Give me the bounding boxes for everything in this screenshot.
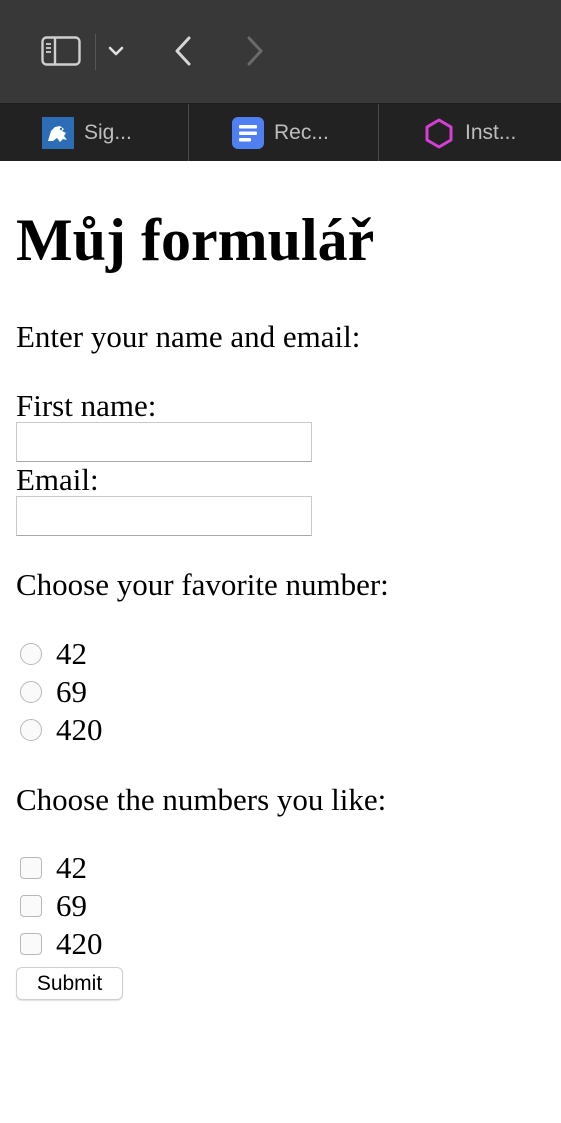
checkbox[interactable]: [20, 895, 42, 917]
like-option: 420: [16, 925, 103, 963]
intro-text: Enter your name and email:: [16, 319, 361, 354]
checkbox[interactable]: [20, 933, 42, 955]
radio-button[interactable]: [20, 719, 42, 741]
checkbox[interactable]: [20, 857, 42, 879]
submit-button[interactable]: Submit: [16, 967, 123, 1000]
back-arrow-icon[interactable]: [166, 32, 200, 70]
browser-toolbar: [0, 0, 561, 104]
page-title: Můj formulář: [16, 207, 375, 273]
forward-arrow-icon[interactable]: [238, 32, 272, 70]
first-name-field[interactable]: [16, 422, 312, 462]
university-lion-icon: [42, 116, 74, 149]
tab-sig[interactable]: Sig...: [0, 104, 189, 161]
favorite-option: 42: [16, 635, 87, 673]
radio-button[interactable]: [20, 681, 42, 703]
tab-bar: Sig... Rec... Inst...: [0, 104, 561, 161]
option-label: 420: [56, 926, 103, 961]
like-numbers-prompt: Choose the numbers you like:: [16, 782, 387, 817]
radio-button[interactable]: [20, 643, 42, 665]
email-field[interactable]: [16, 496, 312, 536]
like-option: 69: [16, 887, 87, 925]
chevron-down-icon[interactable]: [104, 38, 128, 64]
email-label: Email:: [16, 462, 99, 497]
first-name-label: First name:: [16, 388, 157, 423]
tab-label: Rec...: [274, 120, 329, 144]
sidebar-icon[interactable]: [40, 34, 82, 68]
tab-inst[interactable]: Inst...: [379, 104, 561, 161]
document-icon: [232, 116, 264, 149]
hexagon-icon: [423, 117, 455, 149]
favorite-option: 69: [16, 673, 87, 711]
option-label: 42: [56, 850, 87, 885]
tab-label: Sig...: [84, 120, 132, 144]
favorite-number-prompt: Choose your favorite number:: [16, 567, 389, 602]
tab-label: Inst...: [465, 120, 517, 144]
option-label: 69: [56, 674, 87, 709]
option-label: 69: [56, 888, 87, 923]
favorite-option: 420: [16, 711, 103, 749]
like-option: 42: [16, 849, 87, 887]
option-label: 420: [56, 712, 103, 747]
option-label: 42: [56, 636, 87, 671]
toolbar-separator: [95, 34, 96, 70]
tab-rec[interactable]: Rec...: [189, 104, 379, 161]
